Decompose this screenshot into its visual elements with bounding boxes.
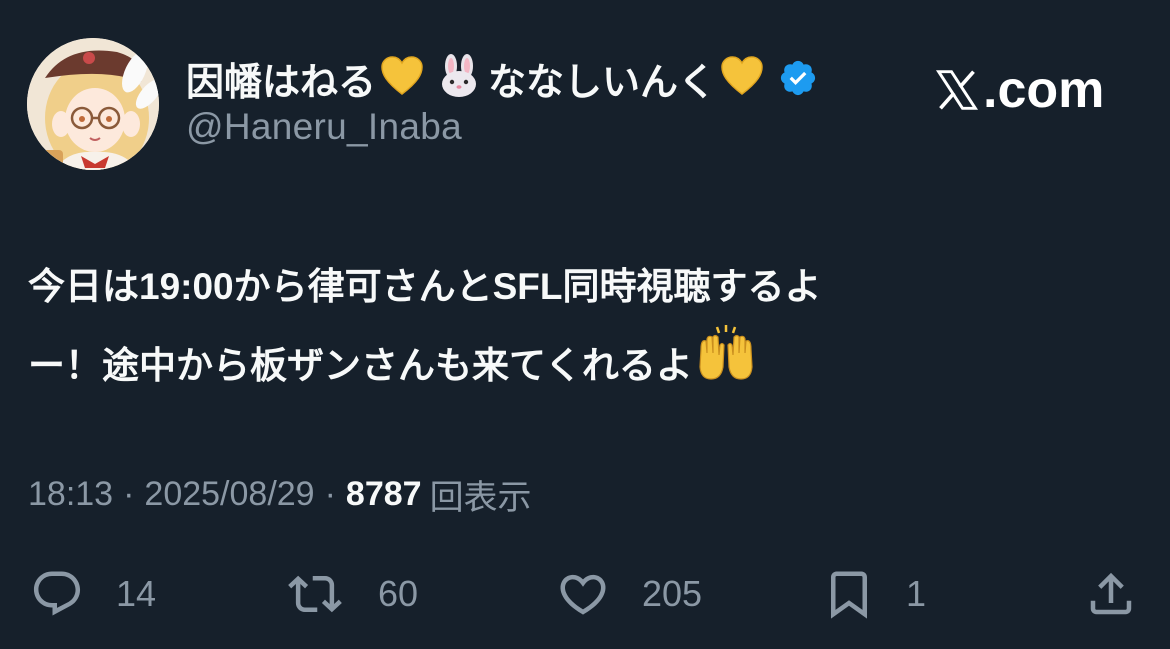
tweet-header: 因幡はねる ななしいんく @Haneru_Inaba [186, 52, 818, 148]
tweet-date[interactable]: 2025/08/29 [144, 475, 314, 514]
user-handle[interactable]: @Haneru_Inaba [186, 106, 818, 148]
display-name-row[interactable]: 因幡はねる ななしいんく [186, 52, 818, 104]
bookmark-count: 1 [906, 573, 927, 614]
heart-icon [560, 574, 606, 615]
like-count: 205 [642, 573, 703, 614]
display-name-part2[interactable]: ななしいんく [488, 51, 716, 106]
yellow-heart-icon [720, 55, 764, 101]
share-icon [1090, 572, 1132, 615]
avatar[interactable] [27, 38, 159, 170]
raising-hands-icon [695, 323, 757, 407]
repost-button[interactable]: 60 [288, 564, 418, 624]
site-domain-suffix: .com [983, 61, 1105, 119]
tweet-text: 今日は19:00から律可さんとSFL同時視聴するよ ー！途中から板ザンさんも来て… [28, 250, 1128, 407]
share-button[interactable] [1084, 564, 1138, 624]
reply-button[interactable]: 14 [30, 564, 156, 624]
repost-icon [288, 575, 342, 613]
meta-separator: · [324, 475, 336, 513]
views-count[interactable]: 8787 [346, 475, 422, 514]
avatar-image [27, 38, 159, 170]
bookmark-button[interactable]: 1 [822, 564, 926, 624]
repost-count: 60 [378, 573, 419, 614]
rabbit-face-icon [436, 53, 482, 103]
tweet-text-line-2: ー！途中から板ザンさんも来てくれるよ [28, 323, 1128, 407]
site-logo: .com [935, 60, 1104, 120]
reply-icon [33, 571, 81, 616]
like-button[interactable]: 205 [556, 564, 702, 624]
tweet-text-line-1: 今日は19:00から律可さんとSFL同時視聴するよ [28, 266, 822, 307]
tweet-actions: 14 60 205 1 [0, 564, 1170, 624]
x-logo-icon [935, 70, 979, 110]
display-name-part1[interactable]: 因幡はねる [186, 51, 376, 106]
yellow-heart-icon [380, 55, 424, 101]
meta-separator: · [123, 475, 135, 513]
views-label: 回表示 [429, 479, 532, 517]
tweet-time[interactable]: 18:13 [28, 475, 113, 514]
tweet-meta: 18:13 · 2025/08/29 · 8787 回表示 [28, 470, 532, 519]
bookmark-icon [831, 571, 867, 619]
tweet-text-line-2-text: ー！途中から板ザンさんも来てくれるよ [28, 344, 693, 386]
verified-badge-icon [778, 58, 818, 98]
reply-count: 14 [116, 573, 157, 614]
